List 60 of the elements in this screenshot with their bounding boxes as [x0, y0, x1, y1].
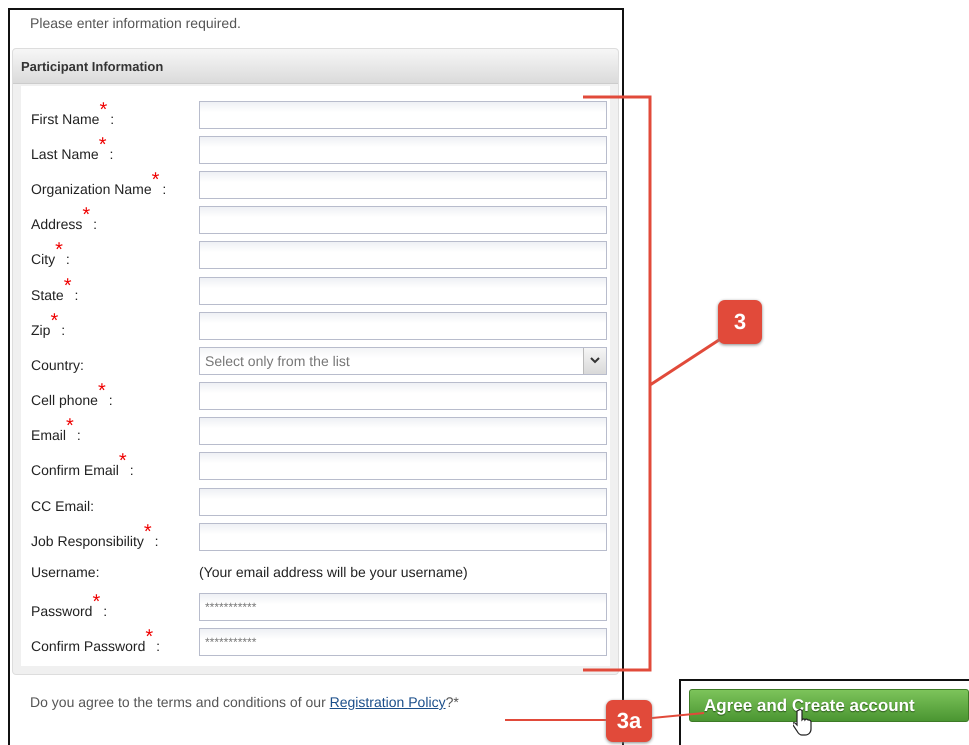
- registration-policy-link[interactable]: Registration Policy: [330, 694, 446, 710]
- label-colon: :: [154, 532, 159, 549]
- label-colon: :: [74, 286, 78, 303]
- field-label: Password: [31, 603, 92, 620]
- intro-text: Please enter information required.: [29, 14, 242, 33]
- text-field[interactable]: [199, 276, 607, 305]
- field-label: Country:: [31, 356, 84, 373]
- text-field[interactable]: [199, 488, 607, 516]
- agreement-text: Do you agree to the terms and conditions of our Registration Policy?*: [29, 693, 460, 710]
- field-label: Confirm Email: [31, 462, 119, 478]
- required-asterisk: *: [98, 140, 106, 150]
- text-field[interactable]: [199, 452, 607, 480]
- field-label: First Name: [31, 110, 100, 127]
- field-label: Organization Name: [31, 180, 152, 197]
- create-account-button[interactable]: Agree and Create account: [689, 689, 969, 722]
- field-label: Cell phone: [31, 392, 98, 408]
- country-dropdown[interactable]: Select only from the list: [199, 346, 607, 375]
- text-field[interactable]: [199, 100, 607, 129]
- field-label: Job Responsibility: [31, 532, 144, 549]
- label-colon: :: [93, 216, 98, 232]
- field-label: Last Name: [31, 146, 99, 162]
- password-field[interactable]: ***********: [199, 628, 607, 656]
- field-label: State: [31, 286, 64, 303]
- field-label: City: [31, 251, 56, 268]
- text-field[interactable]: [199, 241, 607, 270]
- callout-badge: 3a: [606, 700, 652, 742]
- required-asterisk: *: [99, 104, 108, 115]
- leader-line: [652, 712, 704, 719]
- required-asterisk: *: [50, 316, 58, 326]
- field-label: Email: [31, 427, 66, 444]
- required-asterisk: *: [64, 280, 72, 291]
- required-asterisk: *: [144, 526, 152, 537]
- text-field[interactable]: [199, 417, 607, 446]
- callout-badge: 3: [718, 300, 762, 344]
- text-field[interactable]: [199, 382, 607, 410]
- label-colon: :: [66, 251, 70, 268]
- field-label: Confirm Password: [31, 638, 146, 654]
- required-asterisk: *: [152, 174, 160, 185]
- section-title: Participant Information: [13, 49, 618, 84]
- label-colon: :: [156, 638, 160, 654]
- label-colon: :: [103, 603, 108, 620]
- label-colon: :: [130, 462, 134, 478]
- text-field[interactable]: [199, 522, 607, 551]
- text-field[interactable]: [199, 170, 607, 199]
- label-colon: :: [162, 180, 166, 197]
- label-colon: :: [108, 392, 113, 408]
- text-field[interactable]: [199, 312, 607, 340]
- field-label: CC Email:: [31, 498, 94, 514]
- password-field[interactable]: ***********: [199, 593, 607, 622]
- field-label: Address: [31, 216, 82, 232]
- text-field[interactable]: [199, 136, 607, 164]
- username-note: (Your email address will be your username): [199, 564, 468, 580]
- label-colon: :: [110, 146, 114, 162]
- chevron-down-icon: [590, 357, 600, 364]
- label-colon: :: [76, 427, 81, 444]
- label-colon: :: [61, 322, 66, 338]
- text-field[interactable]: [199, 206, 607, 234]
- field-label: Username:: [31, 564, 100, 580]
- label-colon: :: [110, 110, 114, 127]
- field-label: Zip: [31, 322, 50, 338]
